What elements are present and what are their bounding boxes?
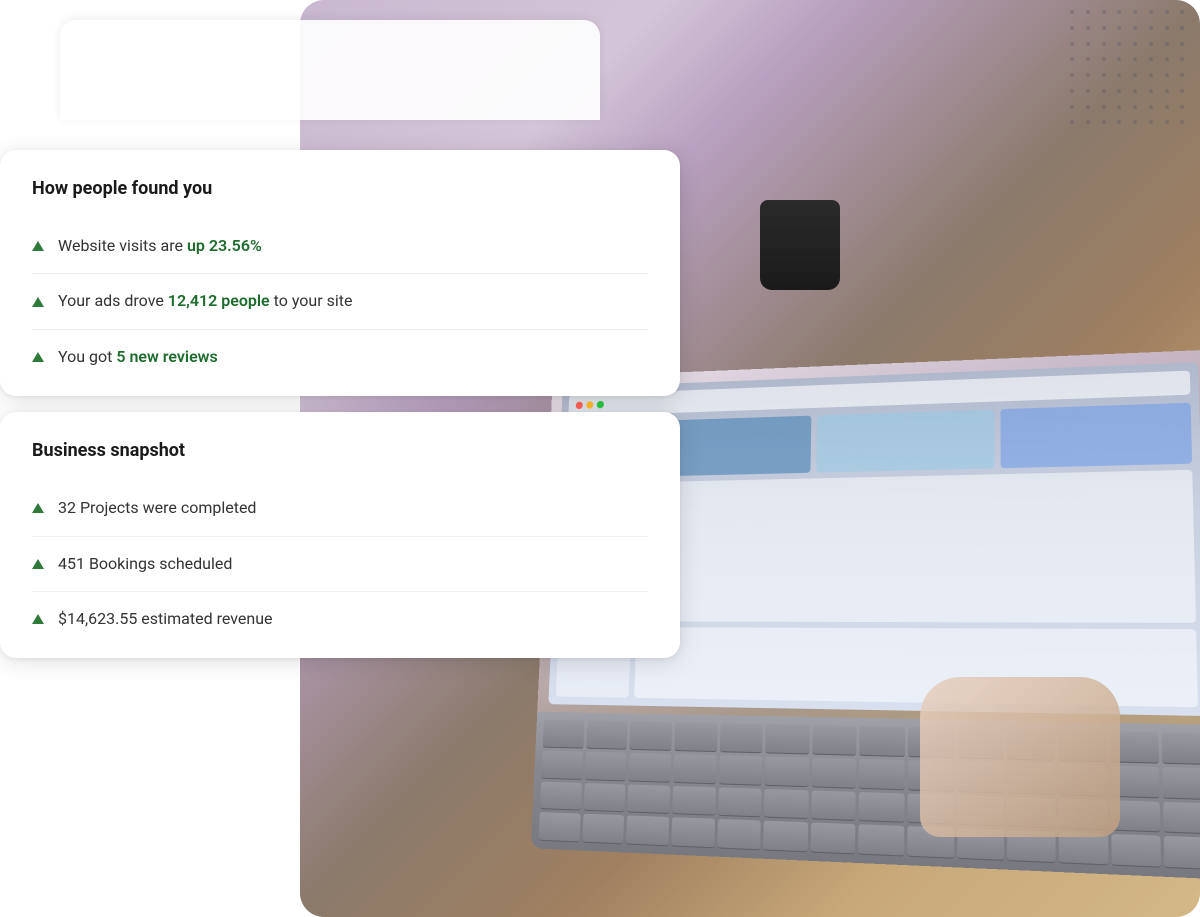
card1-item-3: You got 5 new reviews	[32, 330, 648, 368]
card1-item-2-text: Your ads drove 12,412 people to your sit…	[58, 290, 352, 312]
dot-pattern	[1070, 10, 1190, 130]
card2-item-2-text: 451 Bookings scheduled	[58, 553, 232, 575]
card2-item-3-text: $14,623.55 estimated revenue	[58, 608, 273, 630]
card2-item-2: 451 Bookings scheduled	[32, 537, 648, 592]
arrow-up-icon-2	[32, 297, 44, 307]
scene: How people found you Website visits are …	[0, 0, 1200, 917]
card1-title: How people found you	[32, 178, 648, 199]
card1-item-1: Website visits are up 23.56%	[32, 219, 648, 274]
card1-item-1-highlight: up 23.56%	[187, 236, 262, 255]
partial-card-bg	[60, 20, 600, 120]
card2-title: Business snapshot	[32, 440, 648, 461]
coffee-cup	[750, 200, 850, 320]
card1-item-1-text: Website visits are up 23.56%	[58, 235, 262, 257]
arrow-up-icon-4	[32, 503, 44, 513]
card-business-snapshot: Business snapshot 32 Projects were compl…	[0, 412, 680, 658]
arrow-up-icon	[32, 241, 44, 251]
card2-item-3: $14,623.55 estimated revenue	[32, 592, 648, 630]
card1-item-2: Your ads drove 12,412 people to your sit…	[32, 274, 648, 329]
arrow-up-icon-3	[32, 352, 44, 362]
cards-container: How people found you Website visits are …	[0, 150, 680, 674]
arrow-up-icon-5	[32, 559, 44, 569]
card1-item-3-highlight: 5 new reviews	[116, 347, 217, 366]
card-how-people-found-you: How people found you Website visits are …	[0, 150, 680, 396]
card2-item-1-text: 32 Projects were completed	[58, 497, 256, 519]
card2-item-1: 32 Projects were completed	[32, 481, 648, 536]
card1-item-2-highlight: 12,412 people	[168, 291, 270, 310]
arrow-up-icon-6	[32, 614, 44, 624]
hand	[920, 677, 1120, 837]
card1-item-3-text: You got 5 new reviews	[58, 346, 218, 368]
